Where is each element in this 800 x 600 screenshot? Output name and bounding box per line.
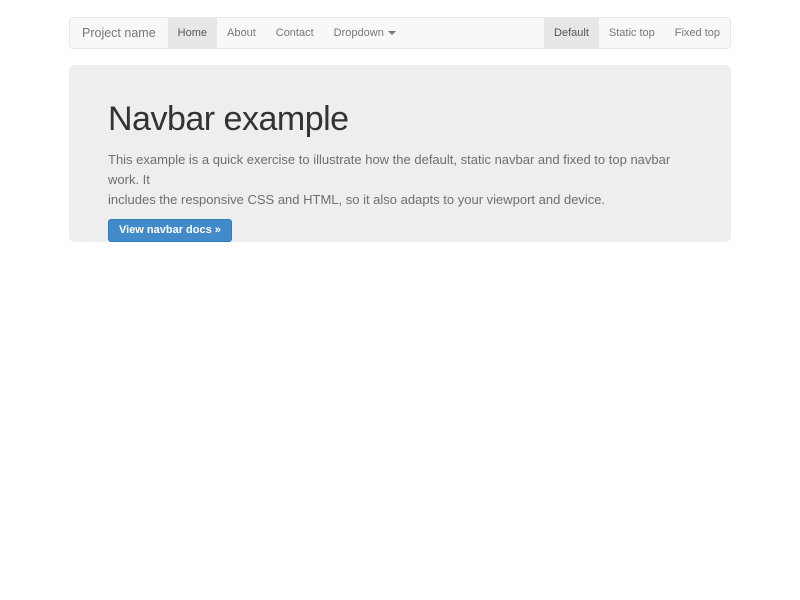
nav-item-dropdown[interactable]: Dropdown xyxy=(324,18,406,48)
navbar-left-nav: Home About Contact Dropdown xyxy=(168,18,406,48)
nav-item-contact[interactable]: Contact xyxy=(266,18,324,48)
page-container: Project name Home About Contact Dropdown… xyxy=(69,17,731,242)
nav-item-about[interactable]: About xyxy=(217,18,266,48)
nav-item-default[interactable]: Default xyxy=(544,18,599,48)
description-line-2: includes the responsive CSS and HTML, so… xyxy=(108,190,692,210)
nav-link-home[interactable]: Home xyxy=(168,18,217,48)
nav-link-static-top[interactable]: Static top xyxy=(599,18,665,48)
jumbotron-description: This example is a quick exercise to illu… xyxy=(108,150,692,210)
navbar: Project name Home About Contact Dropdown… xyxy=(69,17,731,49)
nav-link-contact[interactable]: Contact xyxy=(266,18,324,48)
caret-down-icon xyxy=(388,31,396,35)
nav-item-static-top[interactable]: Static top xyxy=(599,18,665,48)
nav-link-dropdown[interactable]: Dropdown xyxy=(324,18,406,48)
jumbotron: Navbar example This example is a quick e… xyxy=(69,65,731,242)
nav-link-default[interactable]: Default xyxy=(544,18,599,48)
nav-item-fixed-top[interactable]: Fixed top xyxy=(665,18,730,48)
description-line-1: This example is a quick exercise to illu… xyxy=(108,150,692,190)
navbar-right-nav: Default Static top Fixed top xyxy=(544,18,730,48)
navbar-brand[interactable]: Project name xyxy=(70,18,168,48)
nav-link-about[interactable]: About xyxy=(217,18,266,48)
nav-item-home[interactable]: Home xyxy=(168,18,217,48)
page-title: Navbar example xyxy=(108,102,692,138)
nav-dropdown-label: Dropdown xyxy=(334,27,384,39)
nav-link-fixed-top[interactable]: Fixed top xyxy=(665,18,730,48)
view-navbar-docs-button[interactable]: View navbar docs » xyxy=(108,219,232,242)
